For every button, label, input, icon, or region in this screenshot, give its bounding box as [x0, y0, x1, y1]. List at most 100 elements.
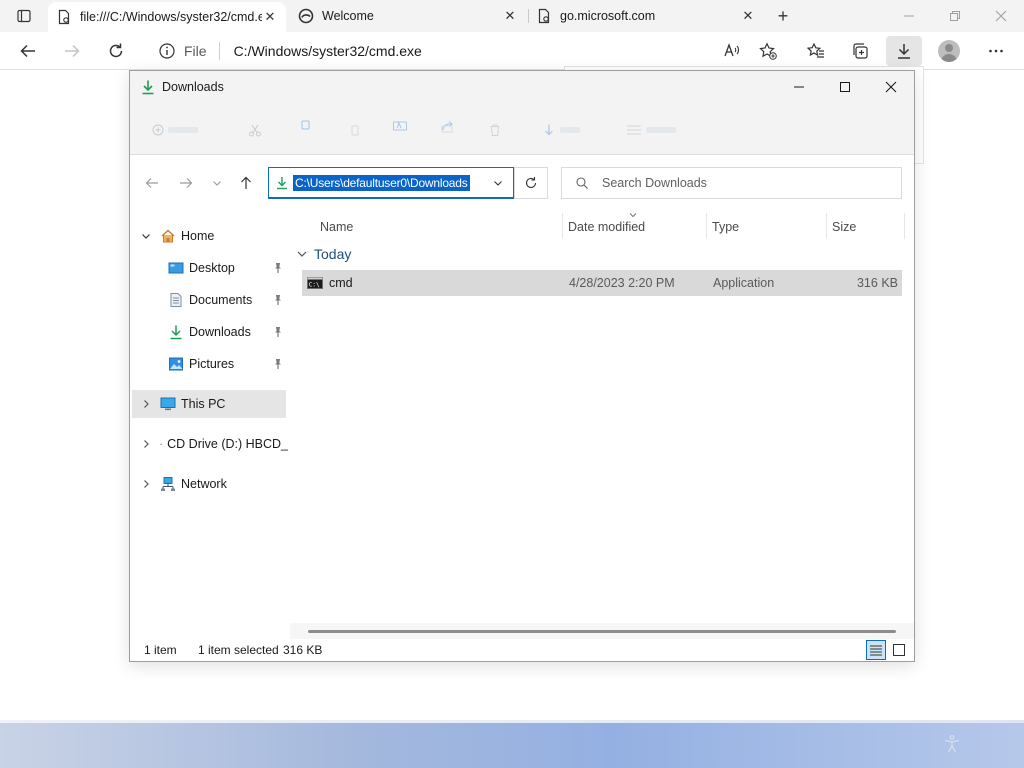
explorer-maximize-button[interactable] [822, 71, 868, 103]
nav-label-home: Home [181, 229, 215, 243]
nav-item-desktop[interactable]: Desktop [168, 254, 284, 282]
chevron-right-icon[interactable] [140, 478, 152, 490]
address-bar[interactable]: File C:/Windows/syster32/cmd.exe [144, 36, 756, 66]
column-divider[interactable] [826, 213, 827, 239]
browser-close-button[interactable] [978, 0, 1024, 32]
pin-icon[interactable] [272, 294, 284, 306]
tab-welcome[interactable]: Welcome ✕ [290, 2, 526, 30]
column-header-size[interactable]: Size [832, 215, 856, 239]
sort-chevron-icon [629, 213, 637, 218]
computer-icon [160, 397, 176, 411]
favorites-button[interactable] [800, 36, 832, 66]
more-icon [989, 49, 1003, 53]
column-header-type[interactable]: Type [712, 215, 739, 239]
pin-icon[interactable] [272, 262, 284, 274]
up-folder-button[interactable] [234, 171, 258, 195]
arrow-right-icon [65, 44, 80, 58]
file-type: Application [713, 276, 775, 290]
column-divider[interactable] [904, 213, 905, 239]
search-placeholder: Search Downloads [602, 176, 707, 190]
scissors-icon [249, 124, 261, 137]
browser-minimize-button[interactable] [886, 0, 932, 32]
file-row[interactable]: C:\ cmd 4/28/2023 2:20 PM Application 31… [302, 270, 902, 296]
nav-item-this-pc[interactable]: This PC [132, 390, 286, 418]
browser-tab-bar: file:///C:/Windows/syster32/cmd.exe ✕ We… [0, 0, 1024, 32]
horizontal-scrollbar-thumb[interactable] [308, 630, 896, 633]
nav-item-downloads[interactable]: Downloads [168, 318, 284, 346]
large-icons-view-button[interactable] [889, 640, 909, 660]
column-divider[interactable] [562, 213, 563, 239]
sort-button[interactable] [542, 121, 580, 139]
group-header-today[interactable]: Today [296, 243, 351, 265]
chevron-down-icon[interactable] [140, 230, 152, 242]
browser-restore-button[interactable] [932, 0, 978, 32]
cut-button[interactable] [248, 121, 262, 139]
settings-more-button[interactable] [980, 36, 1012, 66]
info-icon[interactable] [158, 42, 176, 60]
nav-label-cd-drive: CD Drive (D:) HBCD_ [167, 437, 288, 451]
address-url[interactable]: C:/Windows/syster32/cmd.exe [234, 43, 422, 59]
add-favorite-button[interactable] [752, 36, 784, 66]
pin-icon[interactable] [272, 358, 284, 370]
explorer-minimize-button[interactable] [776, 71, 822, 103]
nav-item-network[interactable]: Network [130, 470, 288, 498]
path-history-dropdown[interactable] [491, 176, 505, 190]
nav-item-cd-drive[interactable]: CD Drive (D:) HBCD_ [130, 430, 288, 458]
close-icon[interactable]: ✕ [262, 9, 278, 25]
new-button[interactable] [152, 121, 198, 139]
downloads-button[interactable] [886, 36, 922, 66]
explorer-back-button[interactable] [140, 171, 164, 195]
status-item-count: 1 item [144, 643, 177, 657]
forward-button[interactable] [56, 36, 88, 66]
explorer-search-input[interactable]: Search Downloads [561, 167, 902, 199]
close-icon[interactable]: ✕ [502, 8, 518, 24]
nav-item-home[interactable]: Home [130, 222, 288, 250]
desktop-taskbar [0, 720, 1024, 768]
explorer-path-input[interactable]: C:\Users\defaultuser0\Downloads [268, 167, 514, 199]
copy-button[interactable] [298, 117, 312, 135]
delete-button[interactable] [488, 121, 502, 139]
rename-button[interactable] [392, 117, 408, 135]
pin-icon[interactable] [272, 326, 284, 338]
read-aloud-button[interactable] [716, 36, 748, 66]
chevron-right-icon[interactable] [140, 398, 152, 410]
explorer-title: Downloads [162, 80, 224, 94]
column-header-date-modified[interactable]: Date modified [568, 215, 645, 239]
tab-cmd-file[interactable]: file:///C:/Windows/syster32/cmd.exe ✕ [48, 2, 286, 32]
new-tab-button[interactable]: + [770, 4, 796, 28]
share-button[interactable] [440, 117, 456, 135]
column-header-name[interactable]: Name [320, 215, 353, 239]
explorer-forward-button[interactable] [174, 171, 198, 195]
refresh-button[interactable] [100, 36, 132, 66]
explorer-refresh-button[interactable] [514, 167, 548, 199]
home-icon [161, 229, 175, 243]
column-header-date-modified-label: Date modified [568, 220, 646, 234]
tab-go-microsoft[interactable]: go.microsoft.com ✕ [528, 2, 764, 30]
nav-item-pictures[interactable]: Pictures [168, 350, 284, 378]
explorer-path-text: C:\Users\defaultuser0\Downloads [293, 174, 470, 191]
accessibility-icon[interactable] [942, 734, 962, 754]
chevron-down-icon [297, 251, 307, 257]
downloads-icon [170, 325, 182, 340]
back-button[interactable] [12, 36, 44, 66]
details-view-button[interactable] [866, 640, 886, 660]
explorer-close-button[interactable] [868, 71, 914, 103]
view-menu-button[interactable] [626, 121, 676, 139]
profile-avatar[interactable] [938, 40, 960, 62]
file-size: 316 KB [856, 276, 898, 290]
command-prompt-icon: C:\ [307, 277, 323, 289]
collections-button[interactable] [844, 36, 876, 66]
explorer-title-bar[interactable]: Downloads [130, 71, 914, 103]
search-icon [576, 177, 588, 189]
group-header-label: Today [314, 246, 352, 262]
paste-button[interactable] [348, 121, 362, 139]
pictures-icon [169, 357, 183, 371]
download-icon [898, 44, 910, 59]
nav-item-documents[interactable]: Documents [168, 286, 284, 314]
chevron-right-icon[interactable] [140, 438, 152, 450]
file-date-modified: 4/28/2023 2:20 PM [569, 276, 675, 290]
tab-actions-button[interactable] [8, 4, 40, 28]
column-divider[interactable] [706, 213, 707, 239]
recent-locations-button[interactable] [205, 171, 229, 195]
close-icon[interactable]: ✕ [740, 8, 756, 24]
